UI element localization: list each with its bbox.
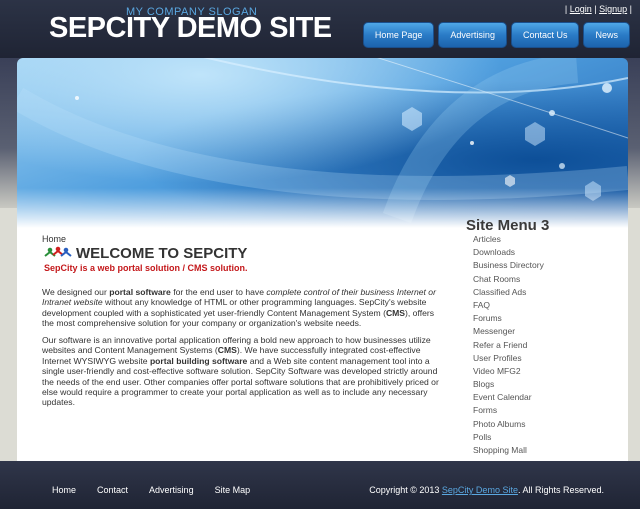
menu-item-shopping-mall[interactable]: Shopping Mall — [473, 444, 544, 457]
menu-item-forums[interactable]: Forums — [473, 312, 544, 325]
site-menu-list: Articles Downloads Business Directory Ch… — [473, 233, 544, 457]
menu-item-event-calendar[interactable]: Event Calendar — [473, 391, 544, 404]
welcome-subtitle: SepCity is a web portal solution / CMS s… — [44, 263, 248, 273]
nav-advertising-button[interactable]: Advertising — [438, 22, 507, 48]
footer-link-site-map[interactable]: Site Map — [215, 485, 251, 495]
separator: | — [564, 4, 568, 14]
footer-nav: Home Contact Advertising Site Map — [52, 485, 250, 495]
copyright-suffix: . All Rights Reserved. — [517, 485, 604, 495]
menu-item-faq[interactable]: FAQ — [473, 299, 544, 312]
text-run: portal software — [109, 287, 171, 297]
hero-banner — [17, 58, 628, 228]
menu-item-forms[interactable]: Forms — [473, 404, 544, 417]
text-run: We designed our — [42, 287, 110, 297]
menu-item-video-mfg2[interactable]: Video MFG2 — [473, 365, 544, 378]
main-nav: Home Page Advertising Contact Us News — [362, 22, 630, 48]
nav-home-page-button[interactable]: Home Page — [362, 22, 435, 48]
menu-item-messenger[interactable]: Messenger — [473, 325, 544, 338]
nav-contact-us-button[interactable]: Contact Us — [510, 22, 580, 48]
separator: | — [629, 4, 632, 14]
text-run: for the end user to have — [170, 287, 267, 297]
page-edge-right — [628, 208, 640, 461]
copyright-site-link[interactable]: SepCity Demo Site — [442, 485, 518, 495]
text-run: CMS — [385, 307, 406, 318]
menu-item-business-directory[interactable]: Business Directory — [473, 259, 544, 272]
site-title[interactable]: SEPCITY DEMO SITE — [49, 12, 332, 45]
breadcrumb[interactable]: Home — [42, 234, 66, 244]
menu-item-polls[interactable]: Polls — [473, 431, 544, 444]
footer-link-advertising[interactable]: Advertising — [149, 485, 194, 495]
text-run: CMS — [217, 345, 237, 356]
menu-item-blogs[interactable]: Blogs — [473, 378, 544, 391]
nav-news-button[interactable]: News — [583, 22, 630, 48]
menu-item-classified-ads[interactable]: Classified Ads — [473, 286, 544, 299]
about-paragraph: Our software is an innovative portal app… — [42, 335, 445, 408]
page-edge-left — [0, 208, 17, 461]
menu-item-refer-a-friend[interactable]: Refer a Friend — [473, 339, 544, 352]
menu-item-downloads[interactable]: Downloads — [473, 246, 544, 259]
footer-link-contact[interactable]: Contact — [97, 485, 128, 495]
footer-link-home[interactable]: Home — [52, 485, 76, 495]
signup-link[interactable]: Signup — [599, 4, 627, 14]
menu-item-photo-albums[interactable]: Photo Albums — [473, 418, 544, 431]
copyright-prefix: Copyright © 2013 — [369, 485, 442, 495]
text-run: portal building software — [149, 355, 248, 366]
copyright-notice: Copyright © 2013 SepCity Demo Site. All … — [369, 485, 604, 495]
user-links: | Login | Signup | — [565, 4, 632, 14]
people-logo-icon — [44, 246, 72, 257]
site-menu-title: Site Menu 3 — [466, 217, 550, 234]
menu-item-chat-rooms[interactable]: Chat Rooms — [473, 273, 544, 286]
login-link[interactable]: Login — [570, 4, 592, 14]
welcome-heading: WELCOME TO SEPCITY — [76, 245, 248, 262]
menu-item-articles[interactable]: Articles — [473, 233, 544, 246]
site-header: MY COMPANY SLOGAN SEPCITY DEMO SITE | Lo… — [0, 0, 640, 58]
intro-paragraph: We designed our portal software for the … — [42, 287, 445, 329]
menu-item-user-profiles[interactable]: User Profiles — [473, 352, 544, 365]
separator: | — [594, 4, 597, 14]
